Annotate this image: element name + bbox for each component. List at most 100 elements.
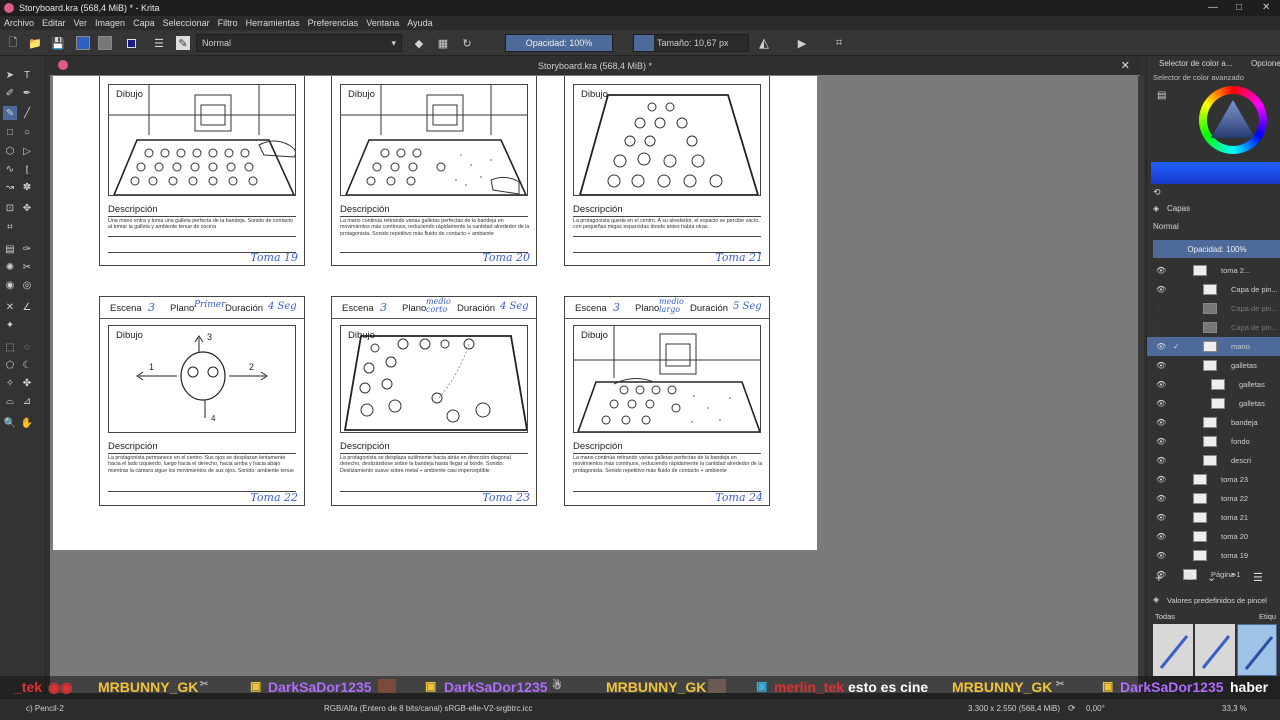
new-document-icon[interactable]: 🗋 <box>6 36 20 50</box>
color-slider[interactable] <box>1151 162 1280 184</box>
layer-row[interactable]: 👁 Capa de pin... <box>1147 280 1280 299</box>
gradient-tool-icon[interactable]: ▤ <box>3 242 17 256</box>
select-shapes-icon[interactable]: ➤ <box>3 68 17 82</box>
layer-row[interactable]: 👁 toma 19 <box>1147 546 1280 565</box>
reload-icon[interactable]: ↻ <box>460 36 474 50</box>
color-wheel[interactable] <box>1199 86 1267 154</box>
visibility-eye-icon[interactable]: 👁 <box>1156 494 1166 503</box>
freehand-brush-icon[interactable]: ✎ <box>3 106 17 120</box>
brush-preset-thumb[interactable] <box>1195 624 1235 676</box>
layer-row[interactable]: 👁 galletas <box>1147 356 1280 375</box>
edit-shapes-icon[interactable]: ✐ <box>3 86 17 100</box>
visibility-eye-icon[interactable]: 👁 <box>1156 456 1166 465</box>
alpha-lock-icon[interactable]: ▦ <box>436 36 450 50</box>
menu-ventana[interactable]: Ventana <box>362 18 403 28</box>
transform-tool-icon[interactable]: ⊡ <box>3 201 17 215</box>
menu-preferencias[interactable]: Preferencias <box>304 18 363 28</box>
fg-bg-color-icon[interactable] <box>124 36 138 50</box>
brush-settings-icon[interactable]: ☰ <box>152 36 166 50</box>
close-window-button[interactable]: ✕ <box>1262 2 1270 13</box>
storyboard-panel-toma-24[interactable]: Escena 3 Plano medio largo Duración 5 Se… <box>564 296 770 506</box>
menu-imagen[interactable]: Imagen <box>91 18 129 28</box>
rotation-value[interactable]: 0,00° <box>1086 704 1105 713</box>
layer-row[interactable]: 👁 toma 20 <box>1147 527 1280 546</box>
open-folder-icon[interactable]: 📁 <box>28 36 42 50</box>
brush-preset-icon[interactable]: ✎ <box>176 36 190 50</box>
layer-row[interactable]: ◌ Capa de pin... <box>1147 299 1280 318</box>
fill-tool-icon[interactable]: ◉ <box>3 278 17 292</box>
menu-herramientas[interactable]: Herramientas <box>242 18 304 28</box>
assistant-tool-icon[interactable]: ✕ <box>3 300 17 314</box>
layer-row[interactable]: 👁 toma 2... <box>1147 261 1280 280</box>
layer-row-selected[interactable]: 👁 ✓ mano <box>1147 337 1280 356</box>
layer-row[interactable]: 👁 bandeja <box>1147 413 1280 432</box>
layer-menu-icon[interactable]: ☰ <box>1253 571 1263 584</box>
gradient-swatch-icon[interactable] <box>76 36 90 50</box>
zoom-value[interactable]: 33,3 % <box>1222 704 1247 713</box>
menu-capa[interactable]: Capa <box>129 18 159 28</box>
move-layer-down-icon[interactable]: ⌄ <box>1207 571 1216 584</box>
tab-options[interactable]: Opcione <box>1251 59 1280 68</box>
storyboard-panel-toma-22[interactable]: Escena 3 Plano Primer Duración 4 Seg Dib… <box>99 296 305 506</box>
menu-filtro[interactable]: Filtro <box>214 18 242 28</box>
line-tool-icon[interactable]: ╱ <box>20 106 34 120</box>
brush-preset-thumb[interactable] <box>1153 624 1193 676</box>
contiguous-select-icon[interactable]: ✧ <box>3 376 17 390</box>
layer-row[interactable]: 👁 toma 22 <box>1147 489 1280 508</box>
layer-row[interactable]: 👁 descri <box>1147 451 1280 470</box>
similar-select-icon[interactable]: ✤ <box>20 376 34 390</box>
visibility-eye-icon[interactable]: 👁 <box>1156 380 1166 389</box>
bezier-tool-icon[interactable]: ∿ <box>3 162 17 176</box>
blend-mode-select[interactable]: Normal ▾ <box>196 34 402 52</box>
visibility-eye-icon[interactable]: 👁 <box>1156 437 1166 446</box>
color-picker-icon[interactable]: ✑ <box>20 242 34 256</box>
calligraphy-icon[interactable]: ✒ <box>20 86 34 100</box>
layer-row[interactable]: ◌ Capa de pin... <box>1147 318 1280 337</box>
pan-tool-icon[interactable]: ✋ <box>20 416 34 430</box>
storyboard-panel-toma-21[interactable]: Dibujo Descripción La protagonista queda… <box>564 76 770 266</box>
color-triangle[interactable] <box>1209 98 1257 142</box>
storyboard-panel-toma-19[interactable]: Dibujo Descripción Una mano entra y toma… <box>99 76 305 266</box>
bezier-select-icon[interactable]: ⌓ <box>3 394 17 408</box>
dynamic-brush-icon[interactable]: ↝ <box>3 180 17 194</box>
visibility-eye-icon[interactable]: 👁 <box>1156 551 1166 560</box>
visibility-eye-icon[interactable]: 👁 <box>1156 513 1166 522</box>
polyline-tool-icon[interactable]: ▷ <box>20 144 34 158</box>
storyboard-page[interactable]: Dibujo Descripción Una mano entra y toma… <box>53 76 817 550</box>
freehand-path-icon[interactable]: ʈ <box>20 162 34 176</box>
menu-editar[interactable]: Editar <box>38 18 70 28</box>
pattern-swatch-icon[interactable] <box>98 36 112 50</box>
size-slider[interactable]: Tamaño: 10,67 px <box>633 34 749 52</box>
color-settings-icon[interactable]: ▤ <box>1157 90 1166 101</box>
smart-patch-icon[interactable]: ✂ <box>20 260 34 274</box>
tab-color-selector[interactable]: Selector de color a... <box>1159 59 1232 68</box>
brush-preset-thumb-selected[interactable] <box>1237 624 1277 676</box>
move-layer-up-icon[interactable]: ⌃ <box>1229 571 1238 584</box>
visibility-eye-icon[interactable]: ◌ <box>1156 323 1161 332</box>
freehand-select-icon[interactable]: ☾ <box>20 358 34 372</box>
color-space-label[interactable]: RGB/Alfa (Entero de 8 bits/canal) sRGB-e… <box>324 704 533 713</box>
ellipse-select-icon[interactable]: ◌ <box>20 340 34 354</box>
menu-seleccionar[interactable]: Seleccionar <box>159 18 214 28</box>
visibility-eye-icon[interactable]: 👁 <box>1156 418 1166 427</box>
zoom-tool-icon[interactable]: 🔍 <box>3 416 17 430</box>
close-document-icon[interactable]: ✕ <box>1121 59 1130 72</box>
mirror-vertical-icon[interactable]: ▶ <box>795 36 809 50</box>
eraser-icon[interactable]: ◆ <box>412 36 426 50</box>
multibrush-icon[interactable]: ✽ <box>20 180 34 194</box>
rectangle-tool-icon[interactable]: □ <box>3 125 17 139</box>
layer-row[interactable]: 👁 galletas <box>1147 394 1280 413</box>
polygon-tool-icon[interactable]: ⬡ <box>3 144 17 158</box>
visibility-eye-icon[interactable]: 👁 <box>1156 342 1166 351</box>
visibility-eye-icon[interactable]: ◌ <box>1156 304 1161 313</box>
menu-ayuda[interactable]: Ayuda <box>403 18 436 28</box>
visibility-eye-icon[interactable]: 👁 <box>1156 285 1166 294</box>
brush-tag-select[interactable]: Etiqu <box>1259 612 1276 621</box>
save-icon[interactable]: 💾 <box>51 36 65 50</box>
visibility-eye-icon[interactable]: 👁 <box>1156 361 1166 370</box>
maximize-button[interactable]: □ <box>1236 2 1242 13</box>
visibility-eye-icon[interactable]: 👁 <box>1156 399 1166 408</box>
brush-filter-select[interactable]: Todas <box>1155 612 1175 621</box>
measure-tool-icon[interactable]: ∠ <box>20 300 34 314</box>
menu-archivo[interactable]: Archivo <box>0 18 38 28</box>
